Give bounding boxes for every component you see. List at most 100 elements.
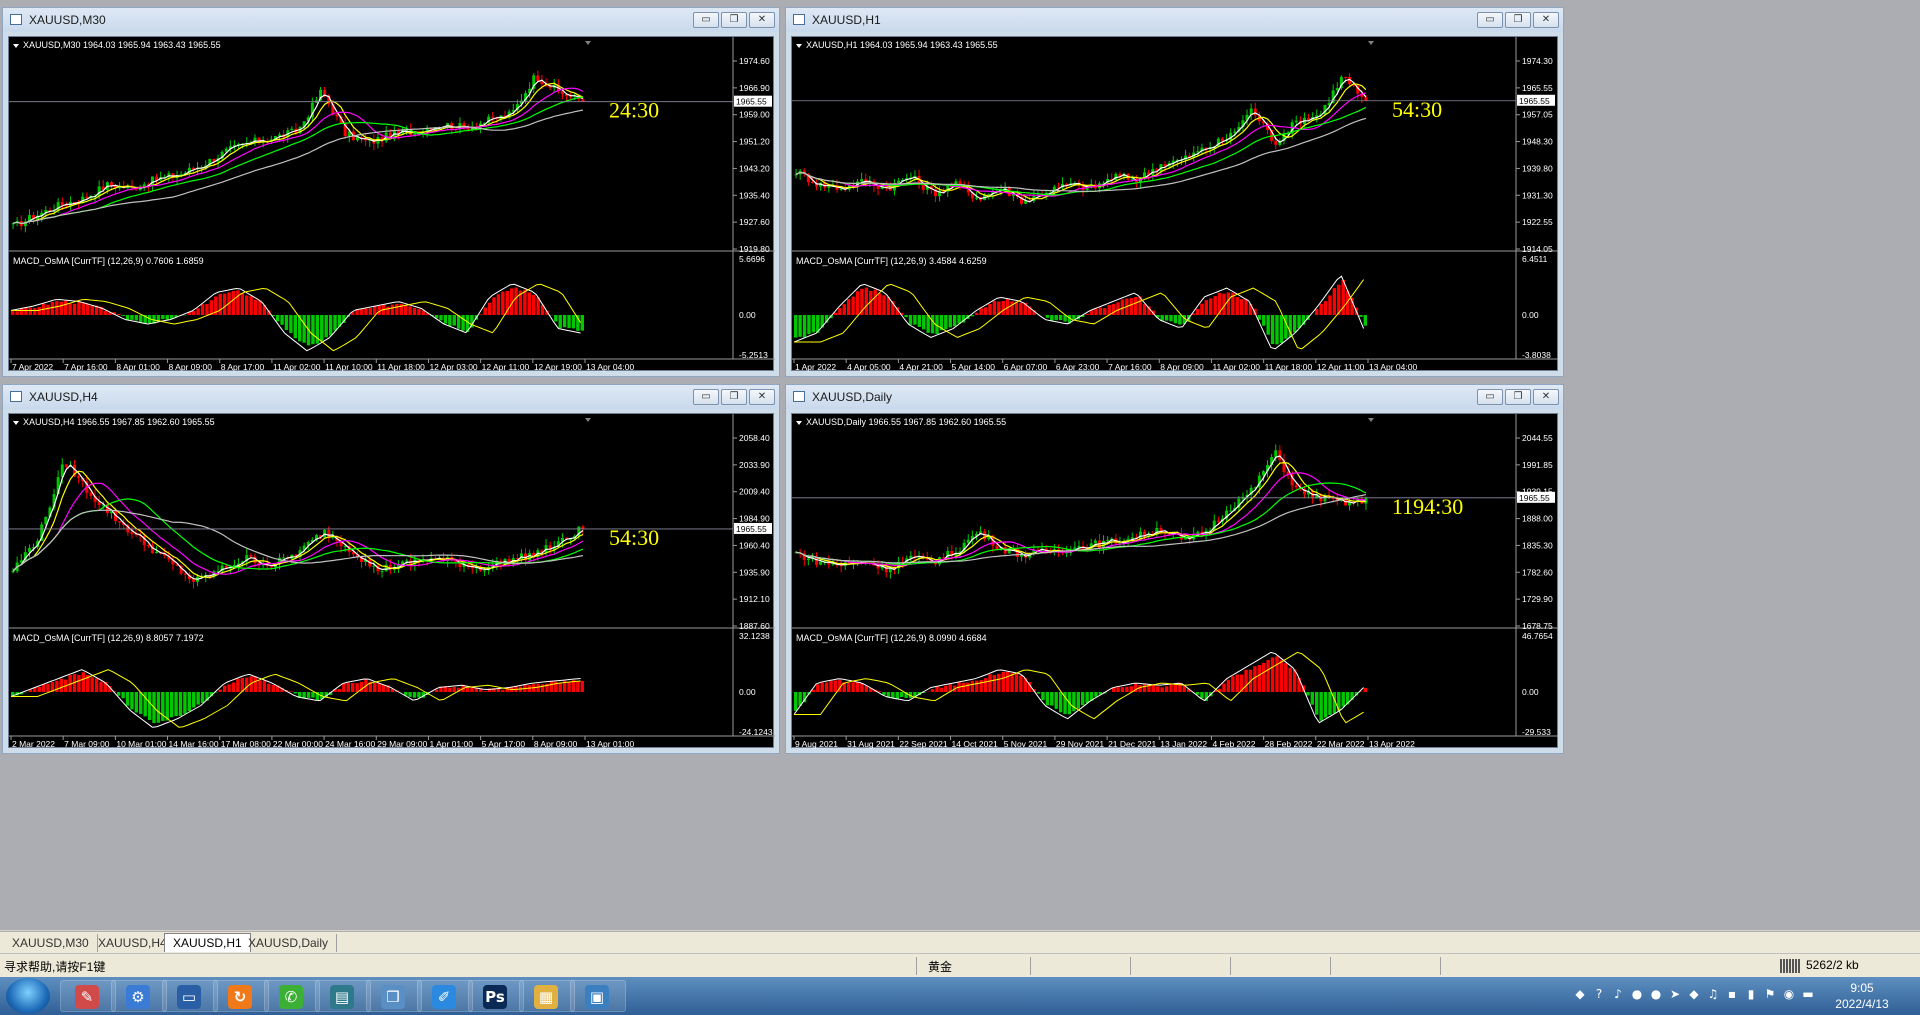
shield-icon[interactable]: ◆ bbox=[1686, 986, 1702, 1002]
macd-bar bbox=[205, 303, 209, 315]
window-title: XAUUSD,Daily bbox=[812, 390, 893, 404]
restore-button[interactable]: ❐ bbox=[1505, 389, 1531, 405]
close-button[interactable]: ✕ bbox=[749, 12, 775, 28]
restore-button[interactable]: ❐ bbox=[721, 12, 747, 28]
flag-icon[interactable]: ⚑ bbox=[1762, 986, 1778, 1002]
desktop-app-icon: ▭ bbox=[177, 985, 201, 1009]
chart-client-area[interactable]: XAUUSD,Daily 1966.55 1967.85 1962.60 196… bbox=[791, 413, 1558, 749]
tab-xauusd-m30[interactable]: XAUUSD,M30 bbox=[4, 934, 98, 952]
battery-icon[interactable]: ▬ bbox=[1800, 986, 1816, 1002]
taskbar-explorer-app[interactable]: ▦ bbox=[519, 980, 575, 1012]
close-button[interactable]: ✕ bbox=[1533, 12, 1559, 28]
chart-canvas[interactable]: XAUUSD,M30 1964.03 1965.94 1963.43 1965.… bbox=[9, 37, 775, 372]
window-titlebar[interactable]: XAUUSD,H4 ▭ ❐ ✕ bbox=[3, 385, 779, 409]
tab-xauusd-daily[interactable]: XAUUSD,Daily bbox=[240, 934, 338, 952]
antivirus-icon[interactable]: ◉ bbox=[1781, 986, 1797, 1002]
time-tick-label: 13 Apr 04:00 bbox=[586, 362, 634, 372]
restore-button[interactable]: ❐ bbox=[721, 389, 747, 405]
macd-bar bbox=[46, 683, 50, 692]
chart-menu-icon[interactable] bbox=[13, 44, 19, 48]
tab-xauusd-h1[interactable]: XAUUSD,H1 bbox=[164, 933, 251, 952]
chat-icon[interactable]: ● bbox=[1648, 986, 1664, 1002]
macd-bar bbox=[1200, 303, 1204, 315]
macd-bar bbox=[15, 311, 19, 315]
taskbar-browser-app[interactable]: ↻ bbox=[213, 980, 269, 1012]
taskbar-desktop-app[interactable]: ▭ bbox=[162, 980, 218, 1012]
taskbar-paint-app[interactable]: ✎ bbox=[60, 980, 116, 1012]
chart-canvas[interactable]: XAUUSD,H1 1964.03 1965.94 1963.43 1965.5… bbox=[792, 37, 1558, 372]
shield-icon[interactable]: ◆ bbox=[1572, 986, 1588, 1002]
taskbar-network-app[interactable]: ⚙ bbox=[111, 980, 167, 1012]
system-clock[interactable]: 9:05 2022/4/13 bbox=[1822, 980, 1902, 1012]
candle-body bbox=[64, 464, 68, 467]
window-titlebar[interactable]: XAUUSD,M30 ▭ ❐ ✕ bbox=[3, 8, 779, 32]
macd-bar bbox=[412, 307, 417, 315]
window-title: XAUUSD,H4 bbox=[29, 390, 98, 404]
chart-window-h4[interactable]: XAUUSD,H4 ▭ ❐ ✕ XAUUSD,H4 1966.55 1967.85 19… bbox=[2, 384, 780, 754]
chart-shift-marker-icon[interactable] bbox=[1368, 418, 1374, 422]
macd-bar bbox=[452, 315, 456, 326]
minimize-button[interactable]: ▭ bbox=[693, 12, 719, 28]
macd-bar bbox=[952, 315, 957, 327]
taskbar-viewer-app[interactable]: ▣ bbox=[570, 980, 626, 1012]
start-button[interactable] bbox=[6, 978, 50, 1014]
window-titlebar[interactable]: XAUUSD,Daily ▭ ❐ ✕ bbox=[786, 385, 1563, 409]
window-titlebar[interactable]: XAUUSD,H1 ▭ ❐ ✕ bbox=[786, 8, 1563, 32]
network-icon[interactable]: ▪ bbox=[1724, 986, 1740, 1002]
chart-client-area[interactable]: XAUUSD,H1 1964.03 1965.94 1963.43 1965.5… bbox=[791, 36, 1558, 372]
arrow-icon[interactable]: ➤ bbox=[1667, 986, 1683, 1002]
candle-body bbox=[183, 573, 187, 575]
macd-tick-label: 0.00 bbox=[739, 310, 756, 320]
macd-bar bbox=[838, 308, 842, 315]
candle-body bbox=[1343, 76, 1347, 78]
tab-xauusd-h4[interactable]: XAUUSD,H4 bbox=[90, 934, 176, 952]
close-button[interactable]: ✕ bbox=[749, 389, 775, 405]
macd-bar bbox=[222, 685, 227, 692]
taskbar-trading-app[interactable]: ▤ bbox=[315, 980, 371, 1012]
restore-button[interactable]: ❐ bbox=[1505, 12, 1531, 28]
chart-menu-icon[interactable] bbox=[13, 421, 19, 425]
chat-icon[interactable]: ● bbox=[1629, 986, 1645, 1002]
chart-window-daily[interactable]: XAUUSD,Daily ▭ ❐ ✕ XAUUSD,Daily 1966.55 1967… bbox=[785, 384, 1564, 754]
macd-bar bbox=[904, 315, 908, 318]
macd-bar bbox=[59, 678, 63, 692]
chart-shift-marker-icon[interactable] bbox=[585, 41, 591, 45]
candle-body bbox=[335, 114, 339, 117]
minimize-button[interactable]: ▭ bbox=[1477, 389, 1503, 405]
chart-client-area[interactable]: XAUUSD,M30 1964.03 1965.94 1963.43 1965.… bbox=[8, 36, 775, 372]
macd-bar bbox=[554, 315, 558, 322]
macd-bar bbox=[1315, 309, 1319, 315]
chart-canvas[interactable]: XAUUSD,H4 1966.55 1967.85 1962.60 1965.5… bbox=[9, 414, 775, 749]
chart-canvas[interactable]: XAUUSD,Daily 1966.55 1967.85 1962.60 196… bbox=[792, 414, 1558, 749]
chart-window-h1[interactable]: XAUUSD,H1 ▭ ❐ ✕ XAUUSD,H1 1964.03 1965.94 19… bbox=[785, 7, 1564, 377]
chart-client-area[interactable]: XAUUSD,H4 1966.55 1967.85 1962.60 1965.5… bbox=[8, 413, 775, 749]
candle-body bbox=[860, 179, 864, 182]
taskbar-wechat-app[interactable]: ✆ bbox=[264, 980, 320, 1012]
macd-bar bbox=[289, 691, 293, 692]
chart-shift-marker-icon[interactable] bbox=[585, 418, 591, 422]
minimize-button[interactable]: ▭ bbox=[1477, 12, 1503, 28]
candle-body bbox=[191, 579, 195, 582]
time-tick-label: 13 Apr 2022 bbox=[1369, 739, 1415, 749]
macd-bar bbox=[983, 307, 988, 315]
taskbar-files-app[interactable]: ❒ bbox=[366, 980, 422, 1012]
bell-icon[interactable]: ♪ bbox=[1610, 986, 1626, 1002]
chart-menu-icon[interactable] bbox=[796, 44, 802, 48]
help-icon[interactable]: ? bbox=[1591, 986, 1607, 1002]
chart-shift-marker-icon[interactable] bbox=[1368, 41, 1374, 45]
taskbar-photoshop-app[interactable]: Ps bbox=[468, 980, 524, 1012]
chart-menu-icon[interactable] bbox=[796, 421, 802, 425]
chart-window-m30[interactable]: XAUUSD,M30 ▭ ❐ ✕ XAUUSD,M30 1964.03 1965.94 … bbox=[2, 7, 780, 377]
candle-body bbox=[1274, 140, 1278, 145]
status-divider bbox=[1440, 957, 1441, 975]
macd-bar bbox=[1041, 692, 1045, 701]
macd-bar bbox=[134, 692, 139, 713]
macd-bar bbox=[549, 681, 554, 692]
macd-bar bbox=[567, 315, 571, 329]
close-button[interactable]: ✕ bbox=[1533, 389, 1559, 405]
signal-icon[interactable]: ▮ bbox=[1743, 986, 1759, 1002]
taskbar-note-app[interactable]: ✐ bbox=[417, 980, 473, 1012]
macd-bar bbox=[373, 305, 377, 315]
volume-icon[interactable]: ♫ bbox=[1705, 986, 1721, 1002]
minimize-button[interactable]: ▭ bbox=[693, 389, 719, 405]
